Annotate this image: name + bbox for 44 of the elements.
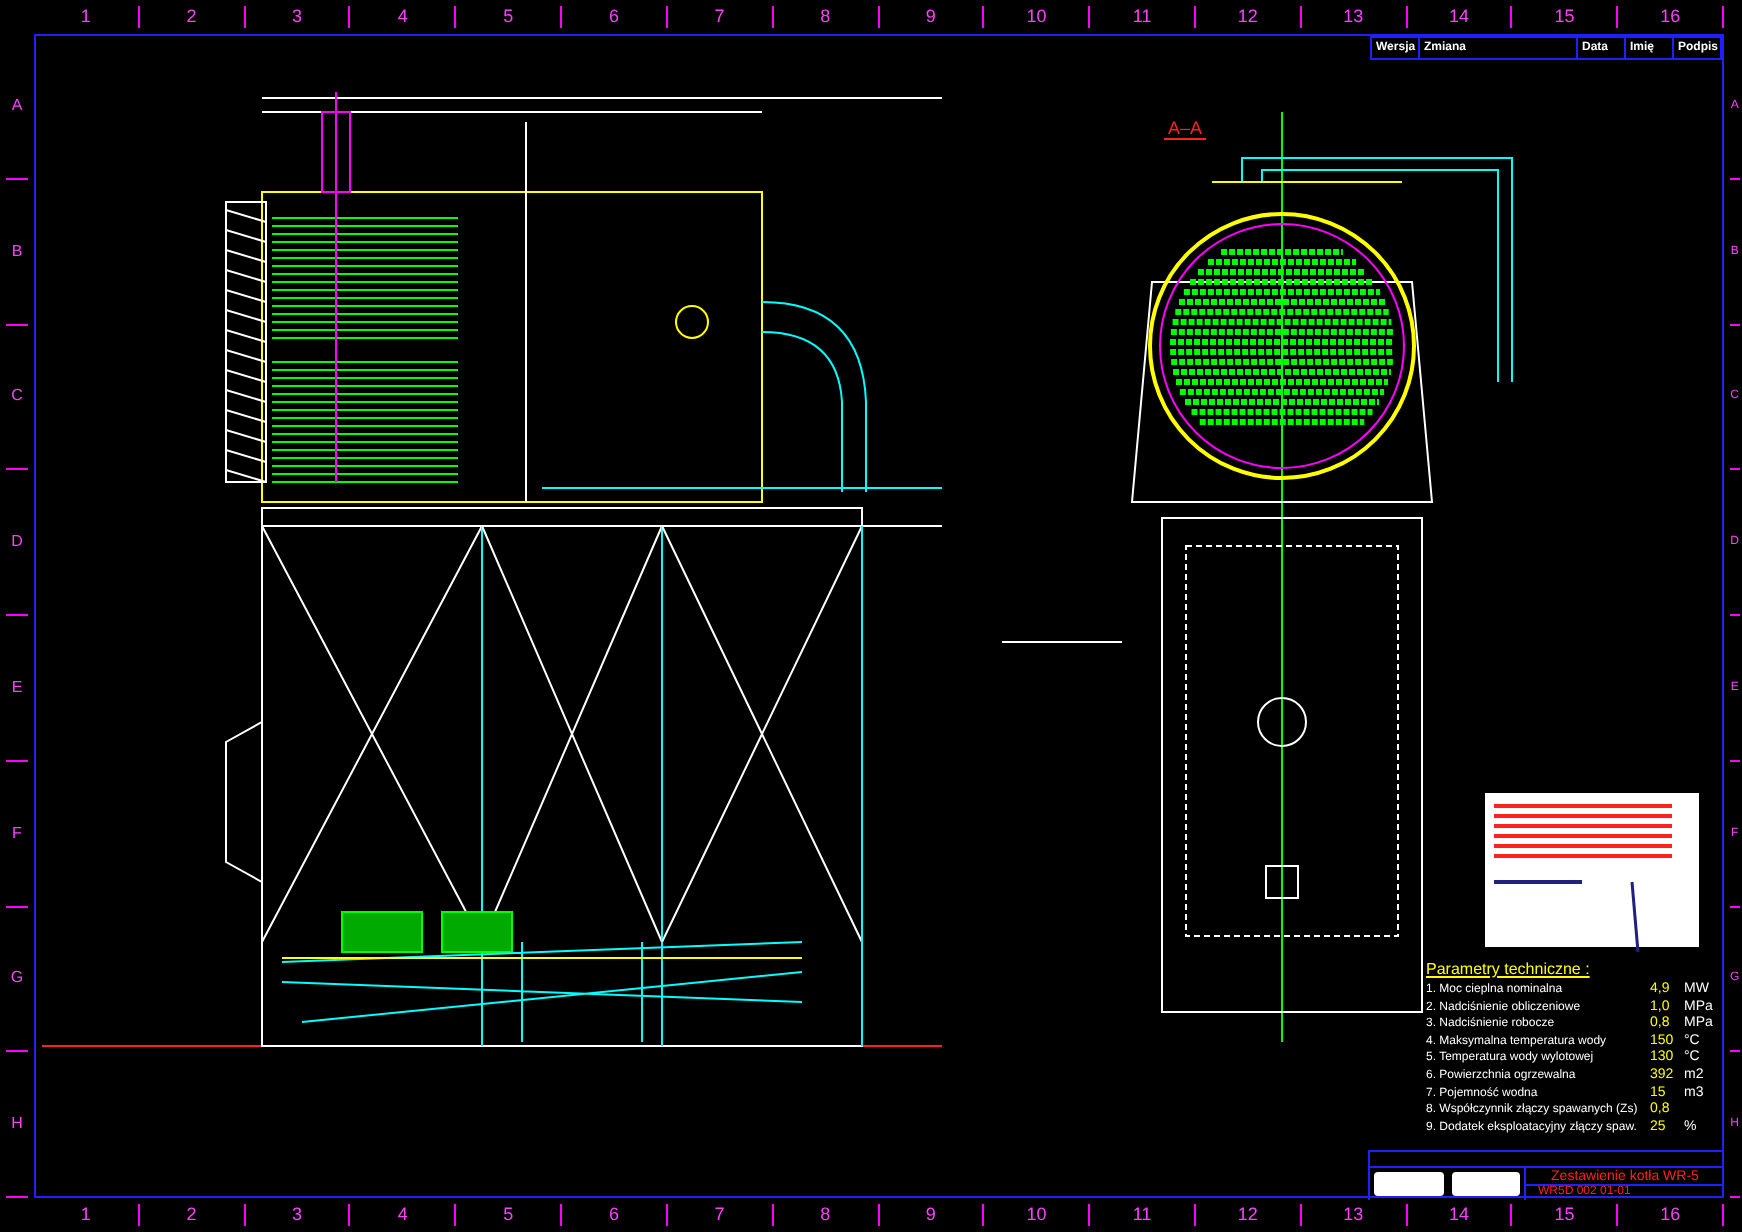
column-number: 9 [925, 8, 936, 26]
column-number: 12 [1237, 8, 1258, 26]
column-number: 12 [1237, 1206, 1258, 1224]
column-number: 13 [1343, 8, 1364, 26]
column-number: 2 [186, 1206, 197, 1224]
column-number: 3 [292, 1206, 303, 1224]
section-label: A–A [1164, 120, 1207, 140]
column-number: 13 [1343, 1206, 1364, 1224]
row-letter: F [12, 825, 22, 842]
column-number: 16 [1660, 1206, 1681, 1224]
column-number: 10 [1026, 8, 1047, 26]
row-letter: H [11, 1116, 23, 1133]
column-number: 15 [1554, 8, 1575, 26]
logo-drawing [1374, 1172, 1443, 1196]
column-number: 14 [1448, 1206, 1469, 1224]
column-number: 4 [397, 8, 408, 26]
column-number: 14 [1448, 8, 1469, 26]
row-letter: D [11, 534, 23, 551]
column-number: 5 [503, 1206, 514, 1224]
row-letter: C [11, 388, 23, 405]
column-number: 7 [714, 8, 725, 26]
logo-drawing [1451, 1172, 1520, 1196]
column-number: 8 [820, 1206, 831, 1224]
column-number: 3 [292, 8, 303, 26]
column-number: 7 [714, 1206, 725, 1224]
column-number: 10 [1026, 1206, 1047, 1224]
row-letter: E [11, 679, 23, 696]
column-number: 4 [397, 1206, 408, 1224]
column-number: 9 [925, 1206, 936, 1224]
column-number: 1 [80, 1206, 91, 1224]
column-number: 1 [80, 8, 91, 26]
column-number: 15 [1554, 1206, 1575, 1224]
row-letter: B [11, 243, 23, 260]
column-number: 16 [1660, 8, 1681, 26]
column-number: 11 [1132, 8, 1152, 26]
row-letter: A [11, 97, 23, 114]
column-number: 11 [1132, 1206, 1152, 1224]
column-number: 5 [503, 8, 514, 26]
row-letter: G [10, 970, 24, 987]
column-number: 8 [820, 8, 831, 26]
column-number: 6 [608, 8, 619, 26]
table-title: Parametry techniczne : [1426, 960, 1592, 980]
column-number: 6 [608, 1206, 619, 1224]
column-number: 2 [186, 8, 197, 26]
